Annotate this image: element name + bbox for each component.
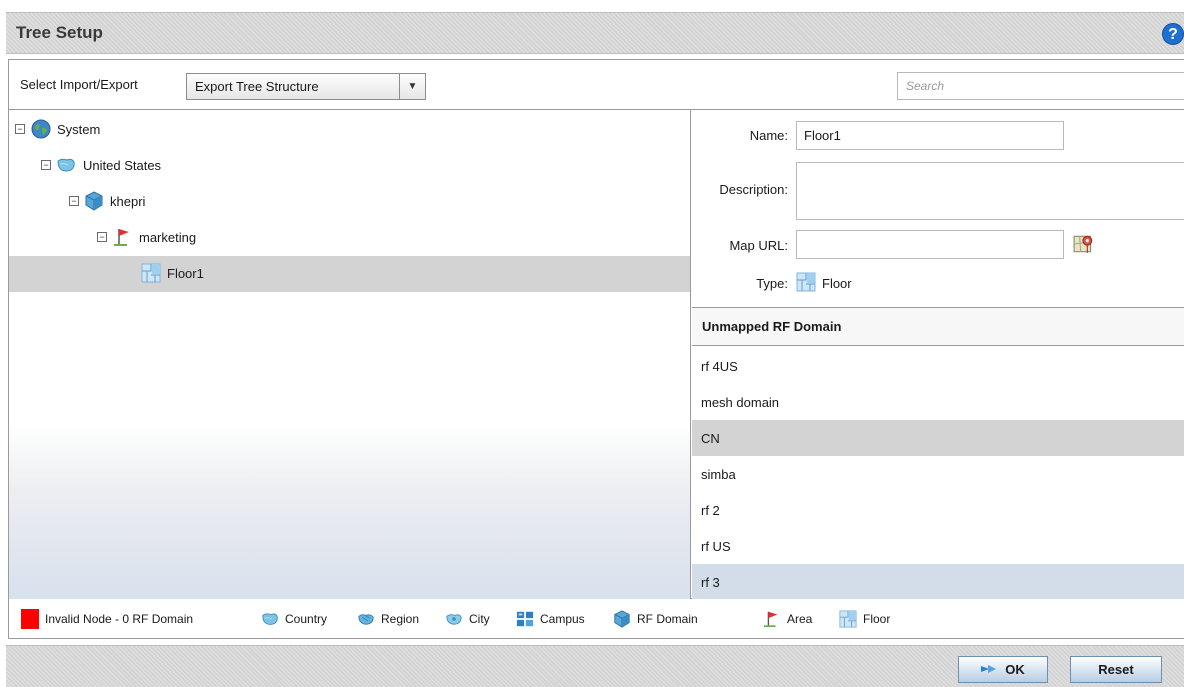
- detail-pane: Name: Floor1 Description: Map URL: Type:…: [692, 110, 1184, 600]
- tree-node-system[interactable]: − System: [9, 112, 690, 148]
- collapse-icon[interactable]: −: [69, 196, 79, 206]
- import-export-value: Export Tree Structure: [195, 79, 319, 94]
- legend-label: Area: [787, 612, 813, 626]
- description-field[interactable]: [796, 162, 1184, 220]
- city-icon: [445, 610, 463, 628]
- map-picker-icon[interactable]: [1073, 233, 1095, 255]
- rf-domain-item[interactable]: CN: [692, 420, 1184, 456]
- rf-domain-label: rf 4US: [701, 359, 738, 374]
- tree-node-rf-domain[interactable]: − khepri: [9, 184, 690, 220]
- ok-arrow-icon: [981, 663, 999, 675]
- campus-icon: [516, 610, 534, 628]
- tree-node-area[interactable]: − marketing: [9, 220, 690, 256]
- area-flag-icon: [113, 227, 133, 247]
- collapse-icon[interactable]: −: [97, 232, 107, 242]
- legend-label: Region: [381, 612, 420, 626]
- rf-domain-list-title: Unmapped RF Domain: [702, 319, 842, 334]
- name-label: Name:: [749, 128, 788, 143]
- region-icon: [357, 610, 375, 628]
- rf-domain-label: rf 3: [701, 575, 720, 590]
- rf-domain-label: simba: [701, 467, 736, 482]
- help-icon[interactable]: ?: [1162, 23, 1184, 45]
- import-export-select[interactable]: Export Tree Structure ▼: [186, 73, 426, 100]
- tree-node-label: United States: [83, 158, 162, 173]
- tree-node-label: marketing: [139, 230, 197, 245]
- search-placeholder: Search: [906, 79, 945, 93]
- floor-icon: [796, 272, 816, 292]
- rf-domain-item[interactable]: rf 3: [692, 564, 1184, 600]
- tree-node-label: khepri: [110, 194, 146, 209]
- footer-bar: OK Reset: [6, 645, 1184, 687]
- country-icon: [56, 155, 76, 175]
- toolbar: Select Import/Export Export Tree Structu…: [9, 60, 1184, 110]
- type-label: Type:: [756, 276, 788, 291]
- collapse-icon[interactable]: −: [41, 160, 51, 170]
- title-bar: Tree Setup ?: [6, 12, 1184, 54]
- rf-domain-item[interactable]: simba: [692, 456, 1184, 492]
- type-value: Floor: [822, 276, 852, 291]
- rf-domain-icon: [613, 610, 631, 628]
- area-flag-icon: [763, 610, 781, 628]
- description-label: Description:: [719, 182, 788, 197]
- collapse-icon[interactable]: −: [15, 124, 25, 134]
- search-input[interactable]: Search: [897, 72, 1184, 100]
- tree-node-floor[interactable]: Floor1: [9, 256, 690, 292]
- rf-domain-label: CN: [701, 431, 720, 446]
- page-title: Tree Setup: [16, 23, 103, 42]
- legend-label: Campus: [540, 612, 585, 626]
- legend-label: RF Domain: [637, 612, 698, 626]
- rf-domain-list-header: Unmapped RF Domain: [692, 307, 1184, 346]
- rf-domain-item[interactable]: rf 4US: [692, 348, 1184, 384]
- reset-button[interactable]: Reset: [1070, 656, 1162, 683]
- country-icon: [261, 610, 279, 628]
- rf-domain-label: mesh domain: [701, 395, 780, 410]
- chevron-down-icon[interactable]: ▼: [399, 74, 425, 99]
- reset-button-label: Reset: [1098, 662, 1134, 677]
- legend-label: Floor: [863, 612, 891, 626]
- name-field[interactable]: Floor1: [796, 121, 1064, 150]
- rf-domain-item[interactable]: rf 2: [692, 492, 1184, 528]
- rf-domain-item[interactable]: rf US: [692, 528, 1184, 564]
- main-panel: Select Import/Export Export Tree Structu…: [8, 59, 1184, 600]
- ok-button-label: OK: [1005, 662, 1025, 677]
- invalid-node-icon: [21, 609, 39, 629]
- legend-label: Invalid Node - 0 RF Domain: [45, 612, 194, 626]
- tree-pane: − System − United States − khepri − mark…: [9, 110, 691, 600]
- map-url-label: Map URL:: [729, 238, 788, 253]
- rf-domain-label: rf US: [701, 539, 731, 554]
- tree-node-country[interactable]: − United States: [9, 148, 690, 184]
- name-value: Floor1: [804, 128, 841, 143]
- floor-icon: [839, 610, 857, 628]
- globe-icon: [31, 119, 51, 139]
- ok-button[interactable]: OK: [958, 656, 1048, 683]
- legend-label: Country: [285, 612, 328, 626]
- tree-node-label: System: [57, 122, 101, 137]
- import-export-label: Select Import/Export: [20, 77, 138, 92]
- tree-node-label: Floor1: [167, 266, 204, 281]
- map-url-field[interactable]: [796, 230, 1064, 259]
- legend-label: City: [469, 612, 490, 626]
- rf-domain-icon: [84, 191, 104, 211]
- legend: Invalid Node - 0 RF Domain Country Regio…: [8, 599, 1184, 639]
- floor-icon: [141, 263, 161, 283]
- rf-domain-label: rf 2: [701, 503, 720, 518]
- rf-domain-item[interactable]: mesh domain: [692, 384, 1184, 420]
